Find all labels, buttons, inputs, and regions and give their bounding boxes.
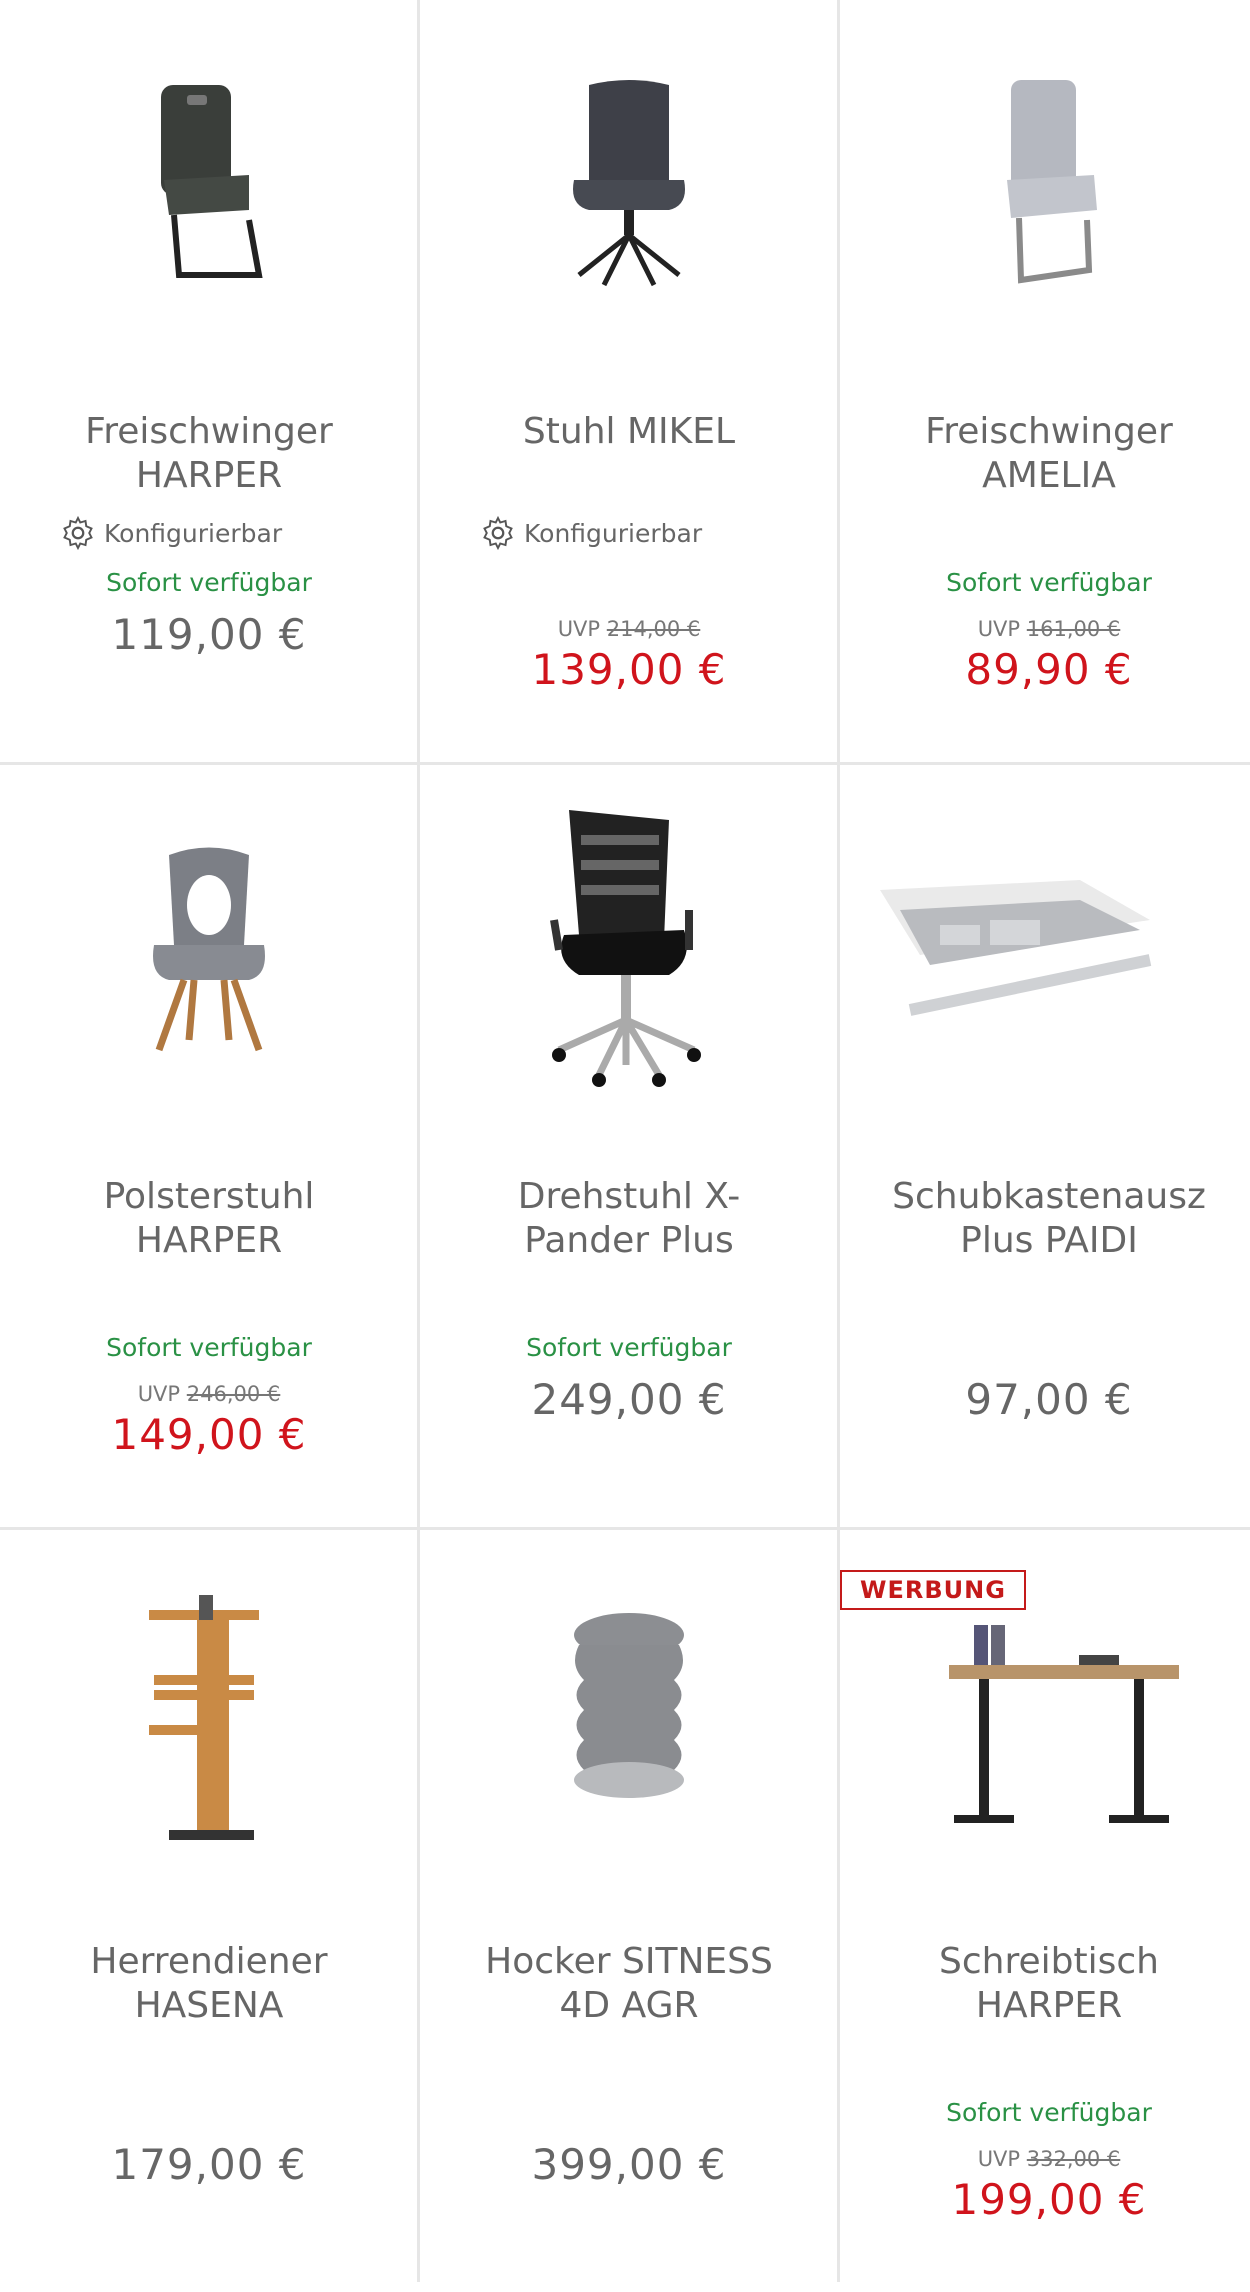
- availability-label: Sofort verfügbar: [946, 2098, 1152, 2127]
- grid-divider: [0, 762, 1250, 765]
- advertisement-badge: WERBUNG: [840, 1570, 1026, 1610]
- product-name[interactable]: Freischwinger HARPER: [0, 410, 418, 498]
- availability-label: Sofort verfügbar: [526, 1333, 732, 1362]
- configurable-label: Konfigurierbar: [60, 515, 282, 551]
- product-price: 89,90 €: [965, 645, 1133, 694]
- product-image[interactable]: [0, 1550, 418, 1880]
- product-card[interactable]: Stuhl MIKEL Konfigurierbar UVP 214,00 € …: [420, 0, 838, 762]
- product-price: 97,00 €: [965, 1375, 1133, 1424]
- product-image[interactable]: [420, 1550, 838, 1880]
- availability-label: Sofort verfügbar: [946, 568, 1152, 597]
- product-price: 119,00 €: [111, 610, 307, 659]
- gear-icon: [483, 515, 513, 551]
- uvp-value: 161,00 €: [1026, 617, 1121, 641]
- product-name[interactable]: Schubkastenausz Plus PAIDI: [840, 1175, 1250, 1263]
- product-price: 199,00 €: [951, 2175, 1147, 2224]
- uvp-price: UVP 246,00 €: [0, 1382, 418, 1406]
- product-price: 179,00 €: [111, 2140, 307, 2189]
- product-image[interactable]: [840, 20, 1250, 350]
- gear-icon: [63, 515, 93, 551]
- uvp-value: 246,00 €: [186, 1382, 281, 1406]
- uvp-price: UVP 161,00 €: [840, 617, 1250, 641]
- uvp-label: UVP: [137, 1382, 181, 1406]
- product-image[interactable]: [0, 785, 418, 1115]
- grid-divider: [837, 0, 840, 2282]
- product-name[interactable]: Stuhl MIKEL: [420, 410, 838, 454]
- product-price: 399,00 €: [531, 2140, 727, 2189]
- configurable-text: Konfigurierbar: [524, 518, 703, 548]
- uvp-label: UVP: [977, 617, 1021, 641]
- uvp-value: 332,00 €: [1026, 2147, 1121, 2171]
- product-name[interactable]: Herrendiener HASENA: [0, 1940, 418, 2028]
- product-card[interactable]: Freischwinger HARPER Konfigurierbar Sofo…: [0, 0, 418, 762]
- uvp-value: 214,00 €: [606, 617, 701, 641]
- product-card[interactable]: WERBUNG Schreibtisch HARPER Sofort verfü…: [840, 1530, 1250, 2292]
- product-card[interactable]: Polsterstuhl HARPER Sofort verfügbar UVP…: [0, 765, 418, 1527]
- product-price: 139,00 €: [531, 645, 727, 694]
- configurable-text: Konfigurierbar: [104, 518, 283, 548]
- product-name[interactable]: Schreibtisch HARPER: [840, 1940, 1250, 2028]
- product-image[interactable]: [420, 20, 838, 350]
- product-card[interactable]: Herrendiener HASENA 179,00 €: [0, 1530, 418, 2292]
- product-name[interactable]: Polsterstuhl HARPER: [0, 1175, 418, 1263]
- product-name[interactable]: Freischwinger AMELIA: [840, 410, 1250, 498]
- uvp-price: UVP 214,00 €: [420, 617, 838, 641]
- availability-label: Sofort verfügbar: [106, 568, 312, 597]
- product-image[interactable]: [0, 20, 418, 350]
- product-card[interactable]: Hocker SITNESS 4D AGR 399,00 €: [420, 1530, 838, 2292]
- configurable-label: Konfigurierbar: [480, 515, 702, 551]
- uvp-label: UVP: [557, 617, 601, 641]
- uvp-price: UVP 332,00 €: [840, 2147, 1250, 2171]
- availability-label: Sofort verfügbar: [106, 1333, 312, 1362]
- product-card[interactable]: Drehstuhl X- Pander Plus Sofort verfügba…: [420, 765, 838, 1527]
- product-grid: Freischwinger HARPER Konfigurierbar Sofo…: [0, 0, 1250, 2292]
- product-name[interactable]: Drehstuhl X- Pander Plus: [420, 1175, 838, 1263]
- product-image[interactable]: [420, 785, 838, 1115]
- uvp-label: UVP: [977, 2147, 1021, 2171]
- product-card[interactable]: Freischwinger AMELIA Sofort verfügbar UV…: [840, 0, 1250, 762]
- grid-divider: [417, 0, 420, 2282]
- product-price: 249,00 €: [531, 1375, 727, 1424]
- product-price: 149,00 €: [111, 1410, 307, 1459]
- product-card[interactable]: Schubkastenausz Plus PAIDI 97,00 €: [840, 765, 1250, 1527]
- product-name[interactable]: Hocker SITNESS 4D AGR: [420, 1940, 838, 2028]
- product-image[interactable]: [840, 785, 1250, 1115]
- grid-divider: [0, 1527, 1250, 1530]
